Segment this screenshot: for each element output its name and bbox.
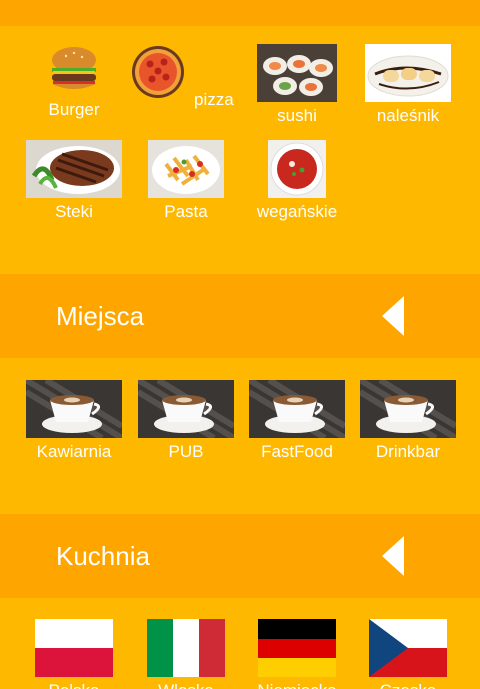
place-item-drinkbar[interactable]: Drinkbar <box>352 380 464 462</box>
burger-icon <box>44 44 104 96</box>
triangle-left-icon[interactable] <box>382 536 404 576</box>
category-burger[interactable]: Burger <box>18 44 130 120</box>
category-vegan[interactable]: wegańskie <box>241 140 353 222</box>
place-label: Kawiarnia <box>36 442 112 461</box>
coffee-cup-icon <box>26 380 122 438</box>
cuisine-item-german[interactable]: Niemiecka <box>241 619 353 689</box>
crepe-icon <box>365 44 451 102</box>
category-label: pizza <box>194 90 234 109</box>
cuisine-label: Polska <box>18 681 130 689</box>
place-item-pub[interactable]: PUB <box>130 380 242 462</box>
place-item-fastfood[interactable]: FastFood <box>241 380 353 462</box>
pizza-icon <box>130 44 186 100</box>
place-label: Drinkbar <box>375 442 441 461</box>
pasta-icon <box>148 140 224 198</box>
sushi-icon <box>257 44 337 102</box>
category-label: wegańskie <box>256 202 338 221</box>
category-label: naleśnik <box>376 106 440 125</box>
place-item-cafe[interactable]: Kawiarnia <box>18 380 130 462</box>
cuisine-item-italian[interactable]: Włoska <box>130 619 242 689</box>
flag-italy-icon <box>147 619 225 677</box>
category-label: Burger <box>48 100 100 119</box>
section-title: Kuchnia <box>56 540 150 571</box>
cuisine-label: Włoska <box>130 681 242 689</box>
category-label: sushi <box>277 106 317 125</box>
place-label: PUB <box>168 442 204 461</box>
category-steak[interactable]: Steki <box>18 140 130 222</box>
top-bar <box>0 0 480 26</box>
flag-czech-icon <box>369 619 447 677</box>
cuisine-item-polish[interactable]: Polska <box>18 619 130 689</box>
category-label: Pasta <box>164 202 208 221</box>
coffee-cup-icon <box>360 380 456 438</box>
food-category-grid: Burger pizza sushi naleśnik Steki Pasta … <box>0 26 480 274</box>
coffee-cup-icon <box>138 380 234 438</box>
steak-icon <box>26 140 122 198</box>
category-sushi[interactable]: sushi <box>241 44 353 126</box>
category-crepe[interactable]: naleśnik <box>352 44 464 126</box>
place-label: FastFood <box>261 442 333 461</box>
category-pizza[interactable]: pizza <box>128 44 248 109</box>
cuisine-item-czech[interactable]: Czeska <box>352 619 464 689</box>
category-pasta[interactable]: Pasta <box>130 140 242 222</box>
coffee-cup-icon <box>249 380 345 438</box>
flag-poland-icon <box>35 619 113 677</box>
category-label: Steki <box>55 202 93 221</box>
soup-icon <box>268 140 326 198</box>
section-title: Miejsca <box>56 300 145 331</box>
cuisine-section-header[interactable]: Kuchnia <box>0 514 480 598</box>
flag-germany-icon <box>258 619 336 677</box>
cuisine-label: Niemiecka <box>241 681 353 689</box>
triangle-left-icon[interactable] <box>382 296 404 336</box>
cuisine-label: Czeska <box>352 681 464 689</box>
places-section-header[interactable]: Miejsca <box>0 274 480 358</box>
